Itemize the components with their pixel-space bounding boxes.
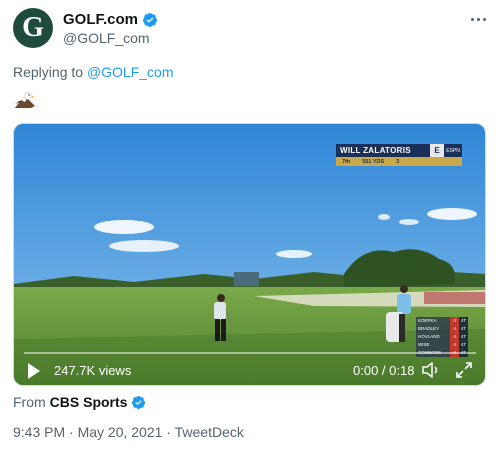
replying-to: Replying to @GOLF_com	[13, 64, 174, 80]
gfx-network-logo: ESPN	[446, 147, 460, 154]
more-options-icon[interactable]	[466, 7, 490, 31]
tweet-timestamp[interactable]: 9:43 PM · May 20, 2021 · TweetDeck	[13, 424, 244, 440]
video-player[interactable]: WILL ZALATORIS E ESPN 7th 551 YDS 3 KOEP…	[13, 123, 486, 386]
video-source-name[interactable]: CBS Sports	[50, 394, 128, 410]
leaderboard-score: -2	[450, 317, 459, 325]
leaderboard-thru: 4T	[459, 333, 468, 341]
video-source-prefix: From	[13, 394, 46, 410]
leaderboard-row: BRADLEY -1 4T	[416, 325, 468, 333]
leaderboard-name: BRADLEY	[416, 325, 450, 333]
view-count: 247.7K views	[54, 363, 132, 378]
replying-to-prefix: Replying to	[13, 64, 84, 80]
gfx-par: 3	[396, 158, 400, 165]
video-controls: 247.7K views 0:00 / 0:18	[14, 352, 485, 385]
avatar[interactable]: G	[13, 8, 53, 48]
leaderboard-row: WISE -1 4T	[416, 341, 468, 349]
video-time: 0:00 / 0:18	[353, 363, 415, 378]
leaderboard-score: -1	[450, 333, 459, 341]
replying-to-link[interactable]: @GOLF_com	[87, 64, 174, 80]
leaderboard: KOEPKA -2 4T BRADLEY -1 4T HOVLAND -1 4T…	[416, 317, 468, 357]
name-row: GOLF.com	[63, 11, 158, 28]
video-source: From CBS Sports	[13, 394, 146, 410]
broadcast-graphic: WILL ZALATORIS E ESPN 7th 551 YDS 3	[336, 144, 462, 166]
leaderboard-name: WISE	[416, 341, 450, 349]
display-name[interactable]: GOLF.com	[63, 11, 138, 28]
video-progress-bar[interactable]	[24, 352, 476, 354]
gfx-player-name: WILL ZALATORIS	[340, 146, 411, 155]
leaderboard-thru: 4T	[459, 317, 468, 325]
handle[interactable]: @GOLF_com	[63, 30, 150, 46]
leaderboard-name: HOVLAND	[416, 333, 450, 341]
verified-badge-icon	[143, 12, 158, 27]
avatar-letter: G	[22, 12, 44, 43]
leaderboard-row: KOEPKA -2 4T	[416, 317, 468, 325]
gfx-player-score: E	[430, 144, 444, 157]
eagle-emoji-icon	[15, 92, 35, 108]
gfx-yards: 551 YDS	[362, 158, 385, 165]
tweet-header: G GOLF.com @GOLF_com	[0, 0, 500, 60]
volume-muted-icon[interactable]	[421, 361, 441, 379]
fullscreen-icon[interactable]	[456, 362, 472, 378]
leaderboard-row: HOVLAND -1 4T	[416, 333, 468, 341]
verified-badge-icon	[132, 395, 146, 409]
leaderboard-score: -1	[450, 325, 459, 333]
leaderboard-thru: 4T	[459, 325, 468, 333]
leaderboard-name: KOEPKA	[416, 317, 450, 325]
leaderboard-score: -1	[450, 341, 459, 349]
play-icon[interactable]	[28, 363, 40, 379]
gfx-hole: 7th	[342, 158, 351, 165]
leaderboard-thru: 4T	[459, 341, 468, 349]
